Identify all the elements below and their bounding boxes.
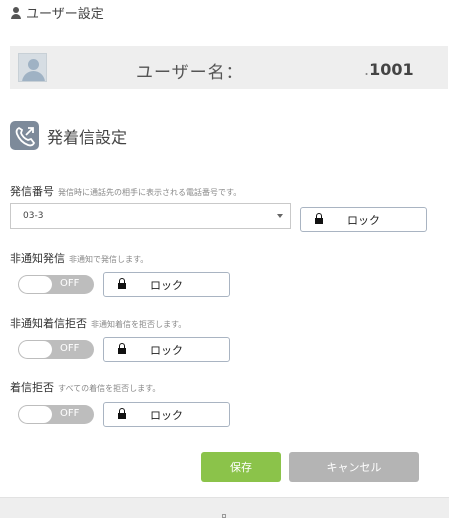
- reject-anonymous-label: 非通知着信拒否 非通知着信を拒否します。: [10, 317, 187, 330]
- reject-all-label: 着信拒否 すべての着信を拒否します。: [10, 381, 161, 394]
- section-header: 発着信設定: [10, 121, 127, 150]
- caller-number-hint: 発信時に通話先の相手に表示される電話番号です。: [58, 188, 242, 197]
- anonymous-call-hint: 非通知で発信します。: [69, 255, 149, 264]
- reject-anonymous-lock-button[interactable]: ロック: [103, 337, 230, 362]
- anonymous-call-toggle[interactable]: OFF: [18, 275, 94, 294]
- section-title: 発着信設定: [47, 127, 128, 147]
- reject-all-hint: すべての着信を拒否します。: [58, 384, 161, 393]
- caller-number-select[interactable]: 03-3: [10, 203, 291, 229]
- caller-number-label: 発信番号 発信時に通話先の相手に表示される電話番号です。: [10, 185, 242, 198]
- username-label: ユーザー名：: [136, 63, 244, 83]
- save-button[interactable]: 保存: [201, 452, 281, 482]
- anonymous-call-label: 非通知発信 非通知で発信します。: [10, 252, 149, 265]
- reject-all-lock-button[interactable]: ロック: [103, 402, 230, 427]
- avatar-icon: [18, 53, 47, 82]
- cancel-button[interactable]: キャンセル: [289, 452, 419, 482]
- footer-bar: [0, 497, 449, 518]
- page-header: ユーザー設定: [10, 3, 104, 22]
- user-icon: [10, 7, 22, 21]
- reject-anonymous-toggle[interactable]: OFF: [18, 340, 94, 359]
- reject-anonymous-hint: 非通知着信を拒否します。: [91, 320, 187, 329]
- resize-handle-icon: [222, 514, 226, 518]
- username-value: .1001: [364, 60, 414, 79]
- chevron-down-icon: [277, 214, 283, 218]
- caller-number-lock-button[interactable]: ロック: [300, 207, 427, 232]
- anonymous-call-lock-button[interactable]: ロック: [103, 272, 230, 297]
- phone-forward-icon: [10, 121, 39, 150]
- user-bar: ユーザー名： .1001: [10, 46, 448, 89]
- page-title: ユーザー設定: [26, 6, 104, 22]
- reject-all-toggle[interactable]: OFF: [18, 405, 94, 424]
